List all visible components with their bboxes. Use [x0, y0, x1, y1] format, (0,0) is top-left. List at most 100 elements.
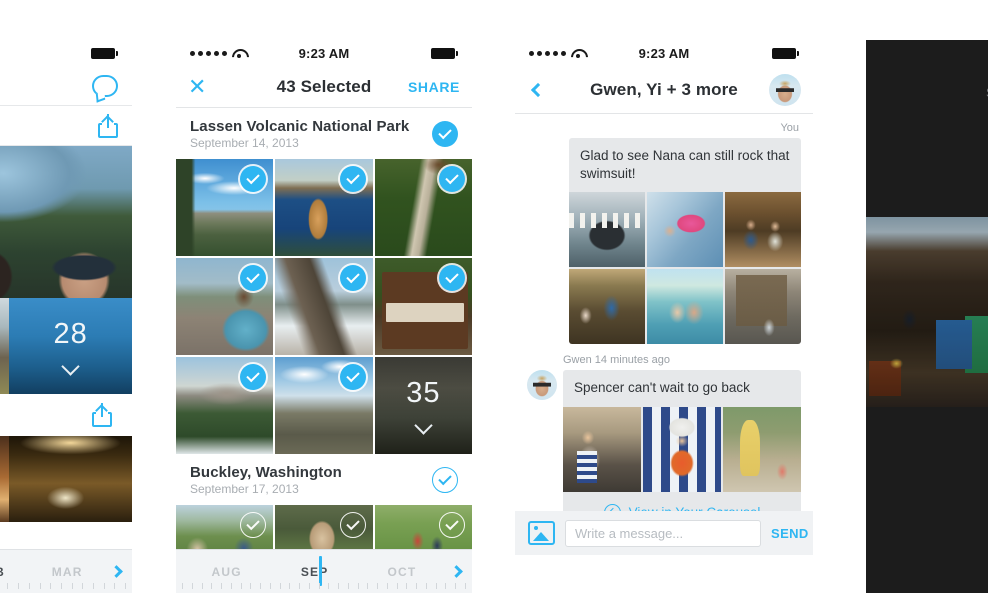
share-bar — [0, 394, 132, 436]
strip-photo[interactable] — [0, 436, 10, 522]
phone-panel-select-photos: 9:23 AM ✕ 43 Selected SHARE Lassen Volca… — [176, 40, 472, 593]
photo-select-checkbox[interactable] — [439, 265, 465, 291]
message-photo[interactable] — [723, 406, 801, 492]
photo-tile-park-sign[interactable] — [374, 258, 472, 355]
message-photo[interactable] — [563, 406, 641, 492]
status-time: 9:23 AM — [638, 45, 690, 61]
status-bar-conversation: 9:23 AM — [515, 40, 813, 66]
message-photo[interactable] — [569, 269, 645, 345]
scrubber-month[interactable]: MAR — [52, 565, 83, 579]
chevron-right-icon — [109, 565, 123, 578]
scrubber-month[interactable]: AUG — [212, 565, 242, 579]
photo-select-checkbox[interactable] — [339, 364, 366, 390]
avatar[interactable] — [769, 73, 801, 106]
scrubber-next-button[interactable] — [106, 565, 126, 578]
avatar[interactable] — [527, 370, 557, 401]
chevron-right-icon — [449, 565, 463, 578]
chevron-left-icon[interactable] — [530, 82, 546, 97]
strip-photo[interactable] — [9, 436, 132, 522]
photo-tile[interactable] — [176, 258, 274, 355]
photo-tile[interactable] — [275, 357, 373, 454]
status-bar-left — [0, 40, 132, 66]
group-select-checkbox[interactable] — [432, 467, 458, 493]
scrubber-months[interactable]: AUG SEP OCT — [182, 555, 446, 586]
phone-panel-left-partial: EL co 28 — [0, 40, 132, 593]
message-author: You — [780, 122, 799, 134]
group-title: Lassen Volcanic National Park — [190, 118, 410, 135]
group-date: September 14, 2013 — [190, 136, 299, 150]
photo-tile[interactable] — [275, 159, 373, 256]
scrubber-month[interactable]: OCT — [388, 565, 417, 579]
photo-tile[interactable] — [374, 159, 472, 256]
share-upload-icon[interactable] — [98, 113, 118, 138]
viewer-photo[interactable] — [866, 217, 988, 407]
more-photos-count: 28 — [53, 317, 88, 350]
photo-tile[interactable] — [176, 357, 274, 454]
message-photo-grid — [569, 192, 801, 345]
status-time: 9:23 AM — [298, 45, 350, 61]
message-text: Spencer can't wait to go back — [574, 380, 750, 396]
status-bar-select: 9:23 AM — [176, 40, 472, 66]
scrubber-month[interactable]: FEB — [0, 565, 5, 579]
message-photo[interactable] — [647, 192, 723, 268]
more-photos-tile[interactable]: 28 — [9, 298, 132, 394]
close-x-icon[interactable]: ✕ — [188, 75, 206, 98]
phone-panel-conversation: 9:23 AM Gwen, Yi + 3 more You Glad to se… — [515, 40, 813, 593]
message-bubble-outgoing[interactable]: Glad to see Nana can still rock that swi… — [569, 138, 801, 345]
message-text: Glad to see Nana can still rock that swi… — [580, 148, 790, 182]
timeline-scrubber-left[interactable]: FEB MAR — [0, 549, 132, 593]
moment-sub-row[interactable]: co — [0, 106, 132, 146]
image-attach-icon[interactable] — [528, 521, 555, 545]
message-photo[interactable] — [647, 269, 723, 345]
share-button[interactable]: SHARE — [408, 79, 460, 95]
message-row-incoming[interactable]: Spencer can't wait to go back — [527, 370, 801, 534]
scrubber-next-button[interactable] — [446, 565, 466, 578]
message-photo[interactable] — [725, 192, 801, 268]
speech-bubble-icon[interactable] — [92, 74, 118, 97]
group-header-lassen[interactable]: Lassen Volcanic National Park September … — [176, 108, 472, 159]
moment-title-row[interactable]: EL — [0, 66, 132, 106]
message-photo[interactable] — [725, 269, 801, 345]
scrubber-handle[interactable] — [319, 555, 323, 586]
photo-strip-top: 28 — [0, 298, 132, 394]
message-timestamp: Gwen 14 minutes ago — [563, 354, 671, 367]
strip-photo[interactable] — [0, 298, 10, 394]
send-button[interactable]: SEND — [771, 526, 809, 541]
photo-select-checkbox[interactable] — [439, 166, 465, 192]
photo-select-checkbox[interactable] — [339, 166, 366, 192]
message-list[interactable]: You Glad to see Nana can still rock that… — [515, 114, 813, 555]
nav-bar-conversation: Gwen, Yi + 3 more — [515, 66, 813, 114]
chevron-down-icon — [61, 356, 80, 376]
message-photo-grid — [563, 406, 801, 492]
share-upload-icon[interactable] — [92, 403, 112, 427]
nav-bar-select: ✕ 43 Selected SHARE — [176, 66, 472, 108]
hero-photo[interactable] — [0, 146, 132, 298]
scrubber-months[interactable]: FEB MAR — [0, 565, 106, 579]
scrubber-ticks — [176, 583, 472, 589]
chevron-down-icon — [414, 416, 433, 435]
timeline-scrubber-select[interactable]: AUG SEP OCT — [176, 549, 472, 593]
more-photos-tile[interactable]: 35 — [374, 357, 472, 454]
scrubber-ticks — [0, 583, 132, 589]
screenshot-stage: EL co 28 — [0, 0, 988, 593]
photo-select-checkbox[interactable] — [339, 265, 366, 291]
photo-tile[interactable] — [176, 159, 274, 256]
group-title: Buckley, Washington — [190, 464, 342, 481]
battery-icon — [91, 47, 118, 59]
group-select-checkbox[interactable] — [432, 121, 458, 147]
photo-select-checkbox[interactable] — [339, 512, 366, 538]
message-input[interactable] — [565, 519, 761, 547]
message-bubble-incoming[interactable]: Spencer can't wait to go back — [563, 370, 801, 534]
photo-strip-bottom — [0, 436, 132, 522]
message-photo[interactable] — [643, 406, 721, 492]
more-photos-count: 35 — [406, 377, 441, 409]
bubble-tail-icon — [800, 150, 801, 162]
photo-select-checkbox[interactable] — [439, 512, 465, 538]
message-composer: SEND — [515, 511, 813, 555]
photo-tile[interactable] — [275, 258, 373, 355]
message-photo[interactable] — [569, 192, 645, 268]
scrubber-month[interactable]: SEP — [301, 565, 329, 579]
photo-grid-lassen: 35 — [176, 159, 472, 454]
group-header-buckley[interactable]: Buckley, Washington September 17, 2013 — [176, 454, 472, 505]
group-date: September 17, 2013 — [190, 482, 299, 496]
